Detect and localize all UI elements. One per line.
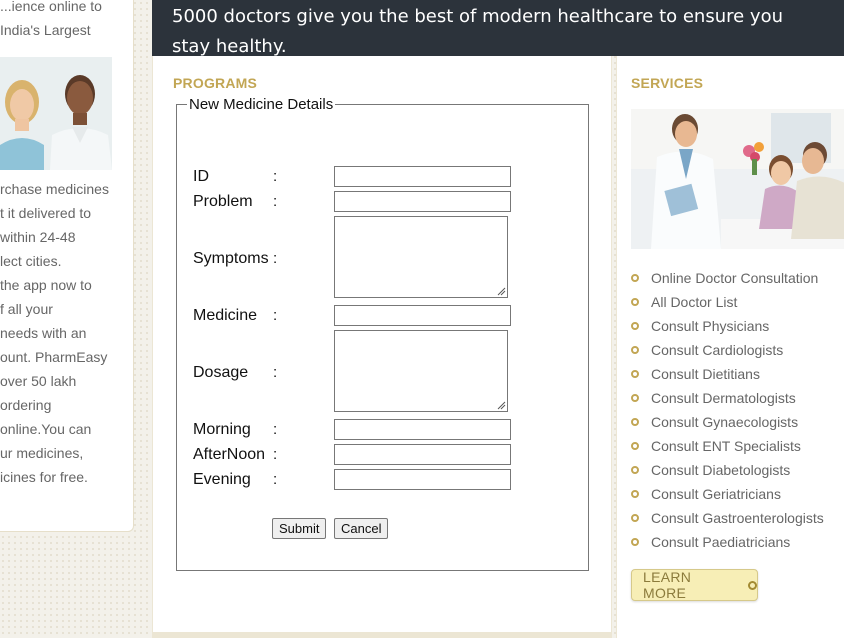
programs-title: PROGRAMS xyxy=(173,75,258,91)
resize-grip-icon[interactable] xyxy=(496,286,506,296)
doctor-patient-photo xyxy=(631,109,844,249)
services-panel: SERVICES Online Doctor Consultation All … xyxy=(616,56,844,638)
circle-bullet-icon xyxy=(631,538,639,546)
learn-more-button[interactable]: LEARN MORE xyxy=(631,569,758,601)
morning-colon: : xyxy=(273,421,278,438)
left-intro-text: ...ience online to India's Largest xyxy=(0,0,102,38)
id-label: ID xyxy=(193,168,209,185)
problem-input[interactable] xyxy=(334,191,511,212)
hero-banner: 5000 doctors give you the best of modern… xyxy=(152,0,844,57)
medicine-input[interactable] xyxy=(334,305,511,326)
circle-bullet-icon xyxy=(631,514,639,522)
circle-bullet-icon xyxy=(631,466,639,474)
service-item-gynaecologists[interactable]: Consult Gynaecologists xyxy=(631,412,824,436)
circle-arrow-icon xyxy=(748,580,757,590)
banner-text: 5000 doctors give you the best of modern… xyxy=(172,6,783,57)
afternoon-label: AfterNoon xyxy=(193,446,266,463)
new-medicine-form: New Medicine Details ID : Problem : Symp… xyxy=(176,96,589,571)
dosage-colon: : xyxy=(273,364,278,381)
evening-input[interactable] xyxy=(334,469,511,490)
circle-bullet-icon xyxy=(631,394,639,402)
evening-label: Evening xyxy=(193,471,251,488)
morning-input[interactable] xyxy=(334,419,511,440)
circle-bullet-icon xyxy=(631,442,639,450)
circle-bullet-icon xyxy=(631,490,639,498)
programs-panel: PROGRAMS New Medicine Details ID : Probl… xyxy=(152,56,612,638)
symptoms-label: Symptoms xyxy=(193,250,269,267)
service-item-geriatricians[interactable]: Consult Geriatricians xyxy=(631,484,824,508)
cancel-button[interactable]: Cancel xyxy=(334,518,389,539)
service-item-dermatologists[interactable]: Consult Dermatologists xyxy=(631,388,824,412)
id-input[interactable] xyxy=(334,166,511,187)
id-colon: : xyxy=(273,168,278,185)
service-item-dietitians[interactable]: Consult Dietitians xyxy=(631,364,824,388)
service-item-ent[interactable]: Consult ENT Specialists xyxy=(631,436,824,460)
morning-label: Morning xyxy=(193,421,251,438)
service-item-all-doctors[interactable]: All Doctor List xyxy=(631,292,824,316)
service-item-diabetologists[interactable]: Consult Diabetologists xyxy=(631,460,824,484)
symptoms-textarea[interactable] xyxy=(334,216,508,298)
resize-grip-icon[interactable] xyxy=(496,400,506,410)
doctors-photo xyxy=(0,57,112,170)
circle-bullet-icon xyxy=(631,346,639,354)
afternoon-colon: : xyxy=(273,446,278,463)
service-item-gastroenterologists[interactable]: Consult Gastroenterologists xyxy=(631,508,824,532)
circle-bullet-icon xyxy=(631,418,639,426)
dosage-label: Dosage xyxy=(193,364,249,381)
symptoms-colon: : xyxy=(273,250,278,267)
circle-bullet-icon xyxy=(631,370,639,378)
evening-colon: : xyxy=(273,471,278,488)
submit-button[interactable]: Submit xyxy=(272,518,327,539)
service-item-online-consultation[interactable]: Online Doctor Consultation xyxy=(631,268,824,292)
service-item-cardiologists[interactable]: Consult Cardiologists xyxy=(631,340,824,364)
service-item-paediatricians[interactable]: Consult Paediatricians xyxy=(631,532,824,556)
dosage-textarea[interactable] xyxy=(334,330,508,412)
services-title: SERVICES xyxy=(631,75,704,91)
circle-bullet-icon xyxy=(631,298,639,306)
problem-label: Problem xyxy=(193,193,253,210)
medicine-label: Medicine xyxy=(193,307,258,324)
problem-colon: : xyxy=(273,193,278,210)
afternoon-input[interactable] xyxy=(334,444,511,465)
main-footer-strip xyxy=(152,632,612,638)
circle-bullet-icon xyxy=(631,322,639,330)
learn-more-label[interactable]: LEARN MORE xyxy=(643,569,738,601)
service-item-physicians[interactable]: Consult Physicians xyxy=(631,316,824,340)
left-description: rchase medicines t it delivered to withi… xyxy=(0,181,109,485)
services-list: Online Doctor Consultation All Doctor Li… xyxy=(631,268,824,556)
circle-bullet-icon xyxy=(631,274,639,282)
medicine-colon: : xyxy=(273,307,278,324)
form-legend: New Medicine Details xyxy=(189,96,334,113)
left-sidebar: ...ience online to India's Largest rchas… xyxy=(0,0,134,532)
